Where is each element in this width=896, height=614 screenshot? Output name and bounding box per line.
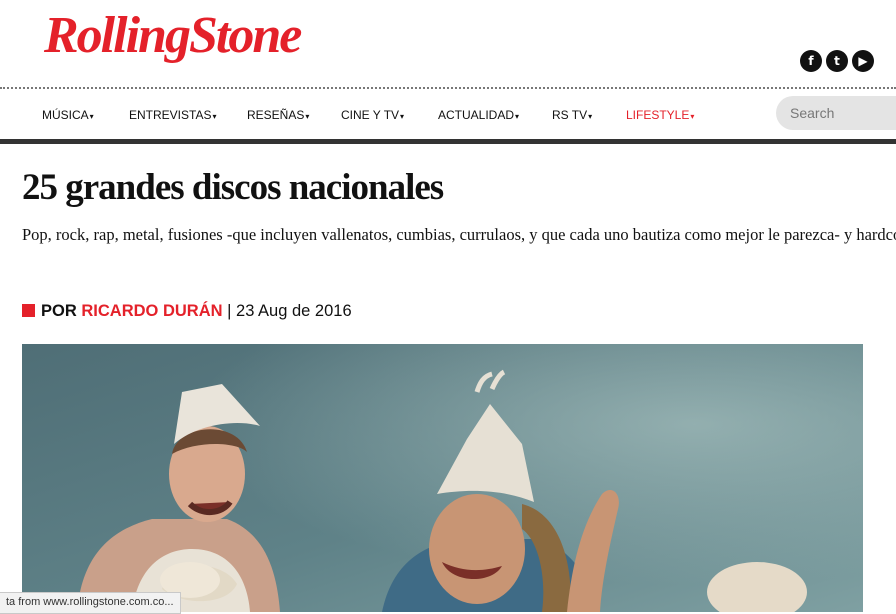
nav-item-lifestyle[interactable]: LIFESTYLE▾ (626, 108, 694, 122)
twitter-icon[interactable]: t (826, 50, 848, 72)
social-links: f t ▶ (800, 50, 874, 72)
byline-prefix: POR (41, 302, 77, 320)
byline-marker (22, 304, 35, 317)
nav-divider (0, 139, 896, 144)
browser-status-bar: ta from www.rollingstone.com.co... (0, 592, 181, 614)
nav-item-entrevistas[interactable]: ENTREVISTAS▾ (129, 108, 216, 122)
article-date: 23 Aug de 2016 (236, 302, 352, 320)
caret-down-icon: ▾ (212, 112, 217, 121)
article-title: 25 grandes discos nacionales (22, 167, 444, 208)
search-input[interactable] (776, 96, 896, 130)
facebook-icon[interactable]: f (800, 50, 822, 72)
youtube-icon[interactable]: ▶ (852, 50, 874, 72)
byline: POR RICARDO DURÁN | 23 Aug de 2016 (22, 302, 352, 321)
nav-item-resenas[interactable]: RESEÑAS▾ (247, 108, 309, 122)
main-nav: MÚSICA▾ ENTREVISTAS▾ RESEÑAS▾ CINE Y TV▾… (0, 90, 896, 138)
nav-item-label: ENTREVISTAS (129, 108, 212, 122)
nav-item-label: MÚSICA (42, 108, 89, 122)
caret-down-icon: ▾ (400, 112, 405, 121)
author-link[interactable]: RICARDO DURÁN (81, 302, 222, 320)
site-header: RollingStone f t ▶ (0, 0, 896, 88)
caret-down-icon: ▾ (690, 112, 695, 121)
nav-item-label: RS TV (552, 108, 588, 122)
nav-item-musica[interactable]: MÚSICA▾ (42, 108, 94, 122)
nav-item-cine-y-tv[interactable]: CINE Y TV▾ (341, 108, 404, 122)
article-subtitle: Pop, rock, rap, metal, fusiones -que inc… (22, 225, 896, 244)
nav-item-label: LIFESTYLE (626, 108, 690, 122)
caret-down-icon: ▾ (89, 112, 94, 121)
nav-item-actualidad[interactable]: ACTUALIDAD▾ (438, 108, 519, 122)
header-divider (0, 87, 896, 89)
caret-down-icon: ▾ (515, 112, 520, 121)
nav-item-label: ACTUALIDAD (438, 108, 515, 122)
nav-item-rs-tv[interactable]: RS TV▾ (552, 108, 592, 122)
article-hero-image (22, 344, 863, 612)
byline-separator: | (227, 302, 232, 320)
caret-down-icon: ▾ (305, 112, 310, 121)
nav-item-label: CINE Y TV (341, 108, 400, 122)
site-logo[interactable]: RollingStone (44, 6, 302, 65)
nav-item-label: RESEÑAS (247, 108, 305, 122)
caret-down-icon: ▾ (588, 112, 593, 121)
